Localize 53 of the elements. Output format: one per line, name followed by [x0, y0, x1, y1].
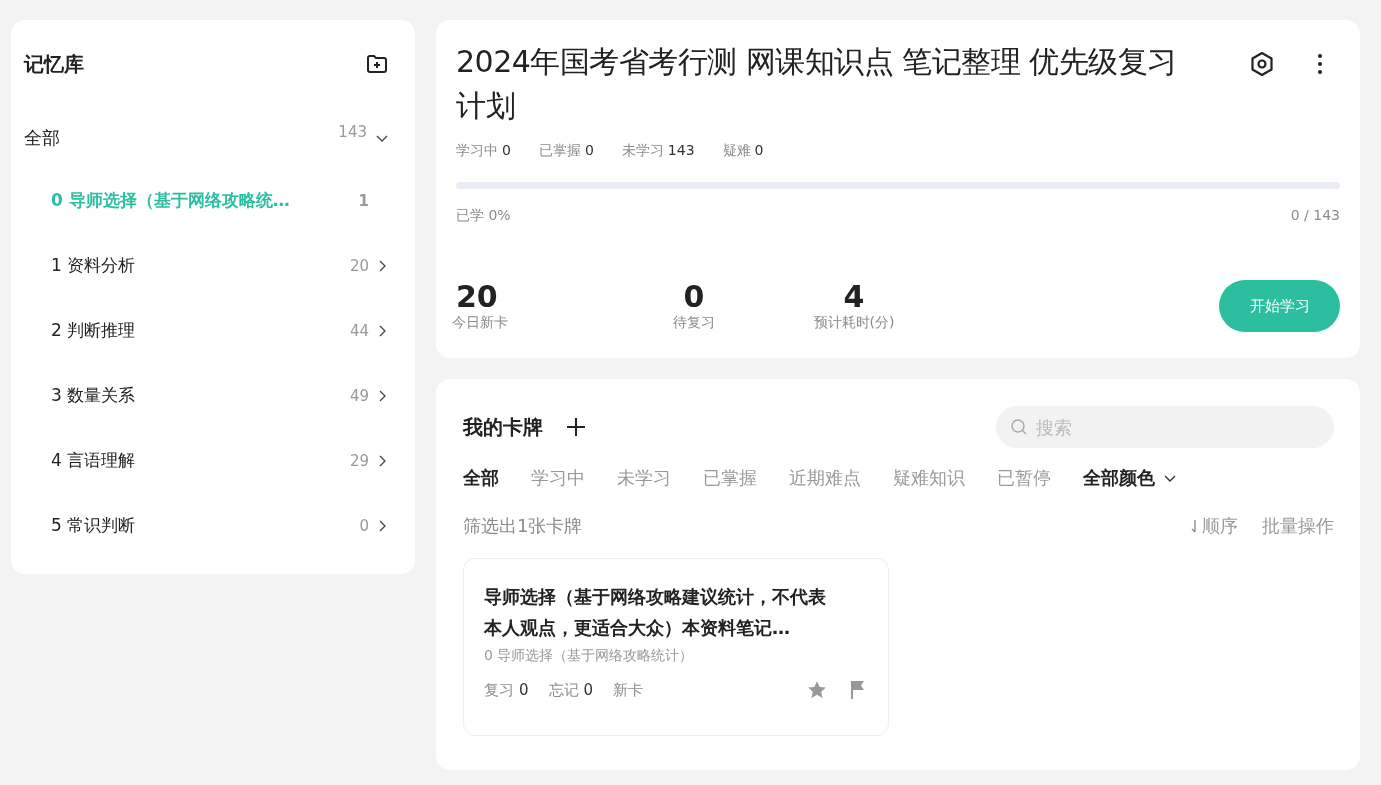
tree-item[interactable]: 0 导师选择（基于网络攻略统… 1 — [24, 168, 401, 233]
tree-item[interactable]: 全部 143 — [24, 108, 401, 168]
stat-value: 0 — [584, 142, 594, 160]
batch-operation-button[interactable]: 批量操作 — [1262, 514, 1334, 538]
stat-label: 疑难 — [722, 142, 751, 160]
deck-title: 2024年国考省考行测 网课知识点 笔记整理 优先级复习计划 — [456, 43, 1178, 125]
tree-item[interactable]: 2 判断推理 44 — [24, 298, 401, 363]
card-title: 导师选择（基于网络攻略建议统计，不代表本人观点，更适合大众）本资料笔记… — [484, 585, 827, 640]
card-stat-value: 0 — [519, 680, 529, 700]
settings-icon[interactable] — [1248, 50, 1276, 78]
item-count: 143 — [338, 123, 367, 141]
tree-item[interactable]: 3 数量关系 49 — [24, 363, 401, 428]
card-status: 新卡 — [613, 680, 644, 700]
add-icon[interactable] — [565, 416, 587, 438]
summary-label: 待复习 — [673, 314, 715, 332]
card-stat-label: 忘记 — [548, 680, 579, 700]
stat-label: 未学习 — [621, 142, 664, 160]
card-stat-label: 复习 — [484, 680, 514, 700]
tree-item-label: 全部 — [24, 126, 61, 150]
cards-title: 我的卡牌 — [463, 413, 543, 441]
stat-value: 0 — [754, 142, 764, 160]
sidebar-title: 记忆库 — [24, 50, 84, 78]
tree-item[interactable]: 5 常识判断 0 — [24, 493, 401, 558]
stat-value: 0 — [502, 142, 511, 160]
summary-label: 预计耗时(分) — [813, 314, 895, 332]
filter-tab[interactable]: 已掌握 — [703, 466, 757, 490]
start-study-button[interactable]: 开始学习 — [1219, 280, 1340, 332]
tree-item[interactable]: 1 资料分析 20 — [24, 233, 401, 298]
filter-tab[interactable]: 疑难知识 — [893, 466, 965, 490]
stat-value: 143 — [667, 142, 695, 160]
progress-label: 已学 0% — [456, 207, 511, 225]
filter-tab[interactable]: 学习中 — [531, 466, 585, 490]
filter-tab[interactable]: 近期难点 — [789, 466, 861, 490]
summary-value: 20 — [456, 280, 498, 314]
summary-value: 4 — [843, 280, 865, 314]
card-path: 0 导师选择（基于网络攻略统计） — [484, 647, 695, 665]
filter-tab[interactable]: 已暂停 — [997, 466, 1051, 490]
card-stat-value: 0 — [583, 680, 594, 700]
stat-label: 学习中 — [456, 142, 498, 160]
sort-button[interactable]: 顺序 — [1191, 514, 1238, 538]
filter-tab[interactable]: 全部 — [463, 466, 499, 490]
summary-value: 0 — [683, 280, 705, 314]
down-arrow-icon — [1191, 518, 1199, 534]
stat-label: 已掌握 — [538, 142, 581, 160]
folder-add-icon[interactable] — [365, 52, 389, 76]
progress-reading: 0 / 143 — [1290, 207, 1340, 225]
summary-label: 今日新卡 — [452, 314, 508, 332]
result-count: 筛选出1张卡牌 — [463, 514, 584, 538]
search-icon — [1010, 418, 1028, 436]
color-filter-dropdown[interactable]: 全部颜色 — [1083, 466, 1177, 490]
tree-item[interactable]: 4 言语理解 29 — [24, 428, 401, 493]
filter-tab[interactable]: 未学习 — [617, 466, 671, 490]
flashcard[interactable]: 导师选择（基于网络攻略建议统计，不代表本人观点，更适合大众）本资料笔记… 0 导师选择（基于网络攻略统计） 复习 0 忘记 0 新卡 — [463, 558, 889, 736]
